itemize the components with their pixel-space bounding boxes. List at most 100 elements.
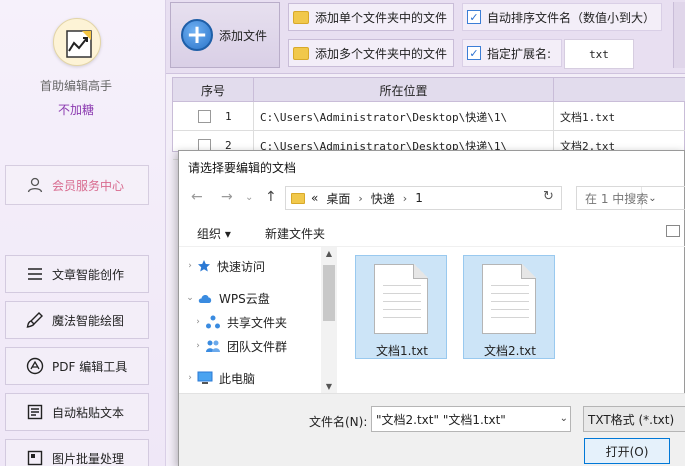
add-multi-folder-label: 添加多个文件夹中的文件 bbox=[315, 46, 448, 61]
row-checkbox[interactable] bbox=[198, 110, 211, 123]
view-options-icon[interactable] bbox=[666, 225, 680, 237]
sidebar-item-label: 魔法智能绘图 bbox=[52, 313, 125, 328]
scroll-up-icon[interactable]: ▲ bbox=[321, 249, 337, 258]
tree-item-team-files[interactable]: › 团队文件群 bbox=[191, 335, 287, 357]
chevron-right-icon[interactable]: › bbox=[183, 373, 197, 383]
tree-item-wps-cloud[interactable]: ⌄ WPS云盘 bbox=[183, 287, 270, 309]
add-multi-folder-button[interactable]: 添加多个文件夹中的文件 bbox=[288, 39, 454, 67]
text-file-icon bbox=[374, 264, 428, 334]
breadcrumb-desktop[interactable]: 桌面 bbox=[326, 190, 350, 207]
column-header-index[interactable]: 序号 bbox=[173, 78, 254, 102]
sidebar-item-label: 自动粘贴文本 bbox=[52, 405, 125, 420]
member-center-label: 会员服务中心 bbox=[52, 178, 125, 193]
scroll-down-icon[interactable]: ▼ bbox=[321, 382, 337, 391]
back-arrow-icon[interactable]: ← bbox=[191, 189, 203, 205]
sidebar-item-label: 图片批量处理 bbox=[52, 451, 125, 466]
member-center-button[interactable]: 会员服务中心 bbox=[5, 165, 149, 205]
breadcrumb-1[interactable]: 1 bbox=[415, 191, 423, 205]
forward-arrow-icon[interactable]: → bbox=[221, 189, 233, 205]
plus-icon: + bbox=[181, 19, 213, 51]
chevron-right-icon[interactable]: › bbox=[191, 317, 205, 327]
filename-input[interactable]: "文档2.txt" "文档1.txt" ⌄ bbox=[371, 406, 571, 432]
tree-item-this-pc[interactable]: › 此电脑 bbox=[183, 367, 255, 389]
extension-input[interactable]: txt bbox=[564, 39, 634, 69]
breadcrumb-express[interactable]: 快递 bbox=[371, 190, 395, 207]
column-header-name[interactable] bbox=[554, 78, 685, 102]
sidebar-item-label: PDF 编辑工具 bbox=[52, 359, 128, 374]
text-file-icon bbox=[482, 264, 536, 334]
sidebar-item-label: 文章智能创作 bbox=[52, 267, 125, 282]
scroll-thumb[interactable] bbox=[323, 265, 335, 321]
shared-folder-icon bbox=[205, 314, 221, 330]
new-folder-button[interactable]: 新建文件夹 bbox=[265, 225, 325, 242]
add-single-folder-label: 添加单个文件夹中的文件 bbox=[315, 10, 448, 25]
tree-label: 团队文件群 bbox=[227, 339, 288, 354]
dialog-command-bar: 组织 ▾ 新建文件夹 bbox=[179, 217, 685, 247]
auto-sort-label: 自动排序文件名（数值小到大） bbox=[487, 10, 656, 25]
toolbar: + 添加文件 添加单个文件夹中的文件 添加多个文件夹中的文件 ✓ 自动排序文件名… bbox=[166, 0, 685, 74]
table-header: 序号 所在位置 bbox=[173, 78, 685, 102]
table-row[interactable]: 1 C:\Users\Administrator\Desktop\快递\1\ 文… bbox=[173, 102, 685, 131]
add-file-label: 添加文件 bbox=[219, 28, 268, 43]
breadcrumb-prefix: « bbox=[311, 191, 319, 205]
sidebar-item-paste[interactable]: 自动粘贴文本 bbox=[5, 393, 149, 431]
app-subtitle: 不加糖 bbox=[57, 103, 94, 117]
folder-icon bbox=[291, 192, 305, 204]
file-type-select[interactable]: TXT格式 (*.txt) bbox=[583, 406, 685, 432]
star-icon bbox=[197, 259, 211, 273]
tree-label: 快速访问 bbox=[217, 259, 266, 274]
paste-icon bbox=[26, 403, 44, 421]
specify-extension-label: 指定扩展名: bbox=[487, 46, 552, 61]
sidebar-item-drawing[interactable]: 魔法智能绘图 bbox=[5, 301, 149, 339]
chevron-right-icon[interactable]: › bbox=[183, 261, 197, 271]
chevron-right-icon[interactable]: › bbox=[191, 341, 205, 351]
file-item[interactable]: 文档1.txt bbox=[355, 255, 447, 359]
specify-extension-checkbox[interactable]: ✓ 指定扩展名: bbox=[462, 39, 562, 67]
computer-icon bbox=[197, 371, 213, 385]
cloud-icon bbox=[197, 292, 213, 304]
dialog-footer: 文件名(N): "文档2.txt" "文档1.txt" ⌄ TXT格式 (*.t… bbox=[179, 393, 685, 466]
file-table: 序号 所在位置 1 C:\Users\Administrator\Desktop… bbox=[172, 77, 685, 160]
filename-label: 文件名(N): bbox=[309, 415, 368, 429]
organize-menu[interactable]: 组织 ▾ bbox=[197, 225, 231, 242]
row-index: 1 bbox=[225, 110, 232, 123]
recent-dropdown-icon[interactable]: ⌄ bbox=[245, 192, 253, 203]
address-bar[interactable]: « 桌面 › 快递 › 1 ⌄ bbox=[285, 186, 657, 210]
open-file-dialog: 请选择要编辑的文档 ← → ⌄ ↑ « 桌面 › 快递 › 1 ⌄ ↻ 在 1 … bbox=[178, 150, 685, 466]
chevron-right-icon: › bbox=[402, 191, 408, 205]
row-filename: 文档1.txt bbox=[560, 110, 616, 124]
search-input[interactable]: 在 1 中搜索 bbox=[576, 186, 685, 210]
column-header-location[interactable]: 所在位置 bbox=[254, 78, 554, 102]
tree-item-quick-access[interactable]: › 快速访问 bbox=[183, 255, 265, 277]
add-file-button[interactable]: + 添加文件 bbox=[170, 2, 280, 68]
team-icon bbox=[205, 339, 221, 353]
file-name: 文档1.txt bbox=[376, 344, 428, 358]
tree-item-shared-folder[interactable]: › 共享文件夹 bbox=[191, 311, 287, 333]
add-single-folder-button[interactable]: 添加单个文件夹中的文件 bbox=[288, 3, 454, 31]
file-list: 文档1.txt 文档2.txt bbox=[337, 247, 685, 393]
auto-sort-checkbox[interactable]: ✓ 自动排序文件名（数值小到大） bbox=[462, 3, 662, 31]
sidebar-item-image[interactable]: 图片批量处理 bbox=[5, 439, 149, 466]
tree-scrollbar[interactable]: ▲ ▼ bbox=[321, 247, 337, 393]
file-item[interactable]: 文档2.txt bbox=[463, 255, 555, 359]
tree-label: 共享文件夹 bbox=[227, 315, 288, 330]
folder-icon bbox=[293, 10, 309, 24]
up-arrow-icon[interactable]: ↑ bbox=[265, 189, 277, 205]
navigation-tree: › 快速访问 ⌄ WPS云盘 › 共享文件夹 › 团队文件群 › 此电脑 bbox=[179, 247, 337, 393]
sidebar: 首助编辑高手 不加糖 会员服务中心 文章智能创作 魔法智能绘图 PDF 编辑工具… bbox=[0, 0, 166, 466]
dialog-navbar: ← → ⌄ ↑ « 桌面 › 快递 › 1 ⌄ ↻ 在 1 中搜索 bbox=[179, 183, 685, 213]
chevron-down-icon[interactable]: ⌄ bbox=[560, 413, 568, 424]
tree-label: 此电脑 bbox=[219, 371, 256, 386]
chevron-down-icon[interactable]: ⌄ bbox=[183, 293, 197, 303]
refresh-icon[interactable]: ↻ bbox=[543, 189, 554, 204]
sidebar-item-article[interactable]: 文章智能创作 bbox=[5, 255, 149, 293]
sidebar-item-pdf[interactable]: PDF 编辑工具 bbox=[5, 347, 149, 385]
lines-icon bbox=[26, 265, 44, 283]
file-name: 文档2.txt bbox=[484, 344, 536, 358]
user-icon bbox=[27, 177, 43, 193]
chevron-right-icon: › bbox=[358, 191, 363, 205]
tree-label: WPS云盘 bbox=[219, 291, 270, 306]
app-logo-icon bbox=[53, 18, 101, 66]
filename-value: "文档2.txt" "文档1.txt" bbox=[376, 412, 506, 427]
open-button[interactable]: 打开(O) bbox=[584, 438, 670, 464]
